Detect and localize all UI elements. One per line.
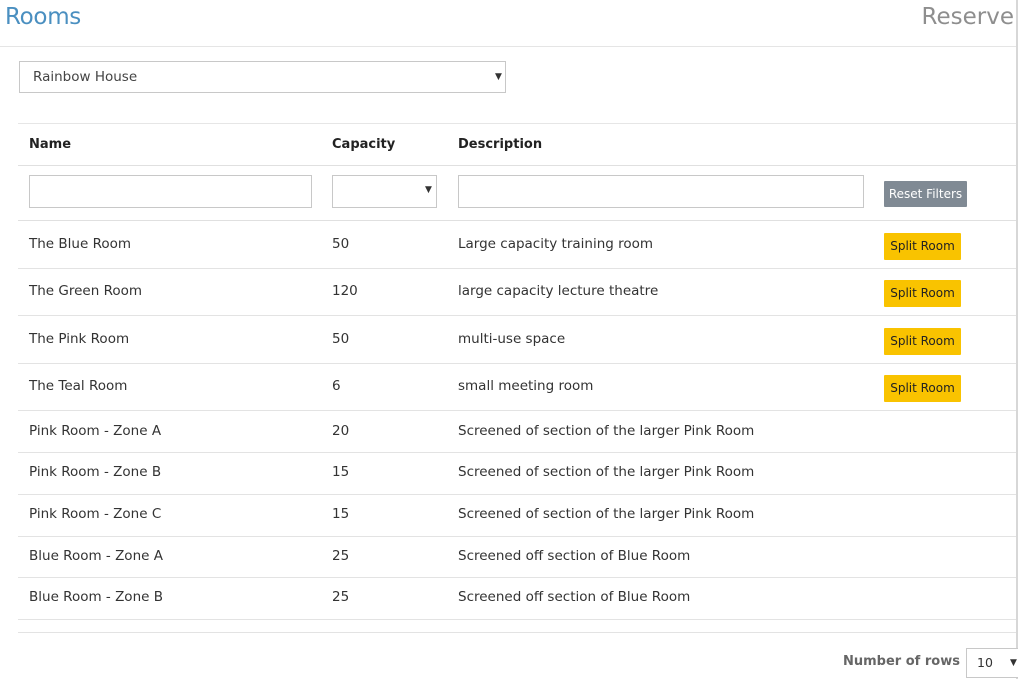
room-description: Screened of section of the larger Pink R…	[458, 423, 755, 439]
split-room-button[interactable]: Split Room	[884, 375, 961, 402]
reserve-link[interactable]: Reserve	[922, 4, 1014, 30]
room-description: multi-use space	[458, 331, 566, 347]
table-row[interactable]: The Teal Room 6 small meeting room Split Ro…	[18, 363, 1016, 411]
table-row[interactable]: Blue Room - Zone B 25 Screened off section…	[18, 577, 1016, 620]
room-description: small meeting room	[458, 378, 594, 394]
rows-per-page-label: Number of rows	[843, 654, 960, 669]
room-name: The Blue Room	[29, 236, 132, 252]
filter-row: ▼ Reset Filters	[18, 166, 1016, 221]
table-row[interactable]: Blue Room - Zone A 25 Screened off section…	[18, 536, 1016, 578]
room-capacity: 50	[332, 331, 350, 347]
table-row[interactable]: The Green Room 120 large capacity lecture …	[18, 268, 1016, 316]
split-room-button[interactable]: Split Room	[884, 233, 961, 260]
room-capacity: 50	[332, 236, 350, 252]
table-header: Name Capacity Description	[18, 123, 1016, 166]
table-row[interactable]: Pink Room - Zone C 15 Screened of section …	[18, 494, 1016, 537]
column-header-name[interactable]: Name	[29, 137, 71, 152]
room-description: large capacity lecture theatre	[458, 283, 659, 299]
room-name: Blue Room - Zone B	[29, 589, 163, 605]
chevron-down-icon: ▼	[495, 72, 502, 82]
room-capacity: 120	[332, 283, 358, 299]
room-description: Screened off section of Blue Room	[458, 589, 691, 605]
split-room-button[interactable]: Split Room	[884, 280, 961, 307]
room-capacity: 15	[332, 506, 350, 522]
table-row[interactable]: Pink Room - Zone A 20 Screened of section …	[18, 411, 1016, 453]
room-description: Large capacity training room	[458, 236, 654, 252]
room-name: The Green Room	[29, 283, 143, 299]
table-row[interactable]: The Pink Room 50 multi-use space Split Room	[18, 316, 1016, 364]
room-capacity: 20	[332, 423, 350, 439]
room-capacity: 15	[332, 464, 350, 480]
column-header-description[interactable]: Description	[458, 137, 542, 152]
room-name: Pink Room - Zone A	[29, 423, 162, 439]
chevron-down-icon: ▼	[425, 185, 432, 195]
room-capacity: 6	[332, 378, 341, 394]
table-bottom-border	[18, 632, 1016, 633]
building-select-value: Rainbow House	[33, 69, 138, 85]
description-filter-input[interactable]	[458, 175, 864, 208]
room-description: Screened of section of the larger Pink R…	[458, 464, 755, 480]
room-description: Screened of section of the larger Pink R…	[458, 506, 755, 522]
room-description: Screened off section of Blue Room	[458, 548, 691, 564]
room-capacity: 25	[332, 589, 350, 605]
room-name: The Teal Room	[29, 378, 128, 394]
name-filter-input[interactable]	[29, 175, 312, 208]
capacity-filter-select[interactable]: ▼	[332, 175, 437, 208]
table-row[interactable]: Pink Room - Zone B 15 Screened of section …	[18, 452, 1016, 495]
page-header: Rooms Reserve	[0, 0, 1018, 47]
table-row[interactable]: The Blue Room 50 Large capacity training r…	[18, 221, 1016, 269]
rows-per-page-select[interactable]: 10 ▼	[966, 648, 1018, 678]
rows-per-page-value: 10	[977, 655, 993, 670]
reset-filters-button[interactable]: Reset Filters	[884, 181, 967, 207]
room-name: Pink Room - Zone C	[29, 506, 162, 522]
column-header-capacity[interactable]: Capacity	[332, 137, 395, 152]
room-name: The Pink Room	[29, 331, 130, 347]
room-name: Blue Room - Zone A	[29, 548, 163, 564]
split-room-button[interactable]: Split Room	[884, 328, 961, 355]
chevron-down-icon: ▼	[1010, 658, 1017, 668]
room-name: Pink Room - Zone B	[29, 464, 162, 480]
room-capacity: 25	[332, 548, 350, 564]
page-title: Rooms	[5, 4, 81, 30]
building-select[interactable]: Rainbow House ▼	[19, 61, 506, 93]
